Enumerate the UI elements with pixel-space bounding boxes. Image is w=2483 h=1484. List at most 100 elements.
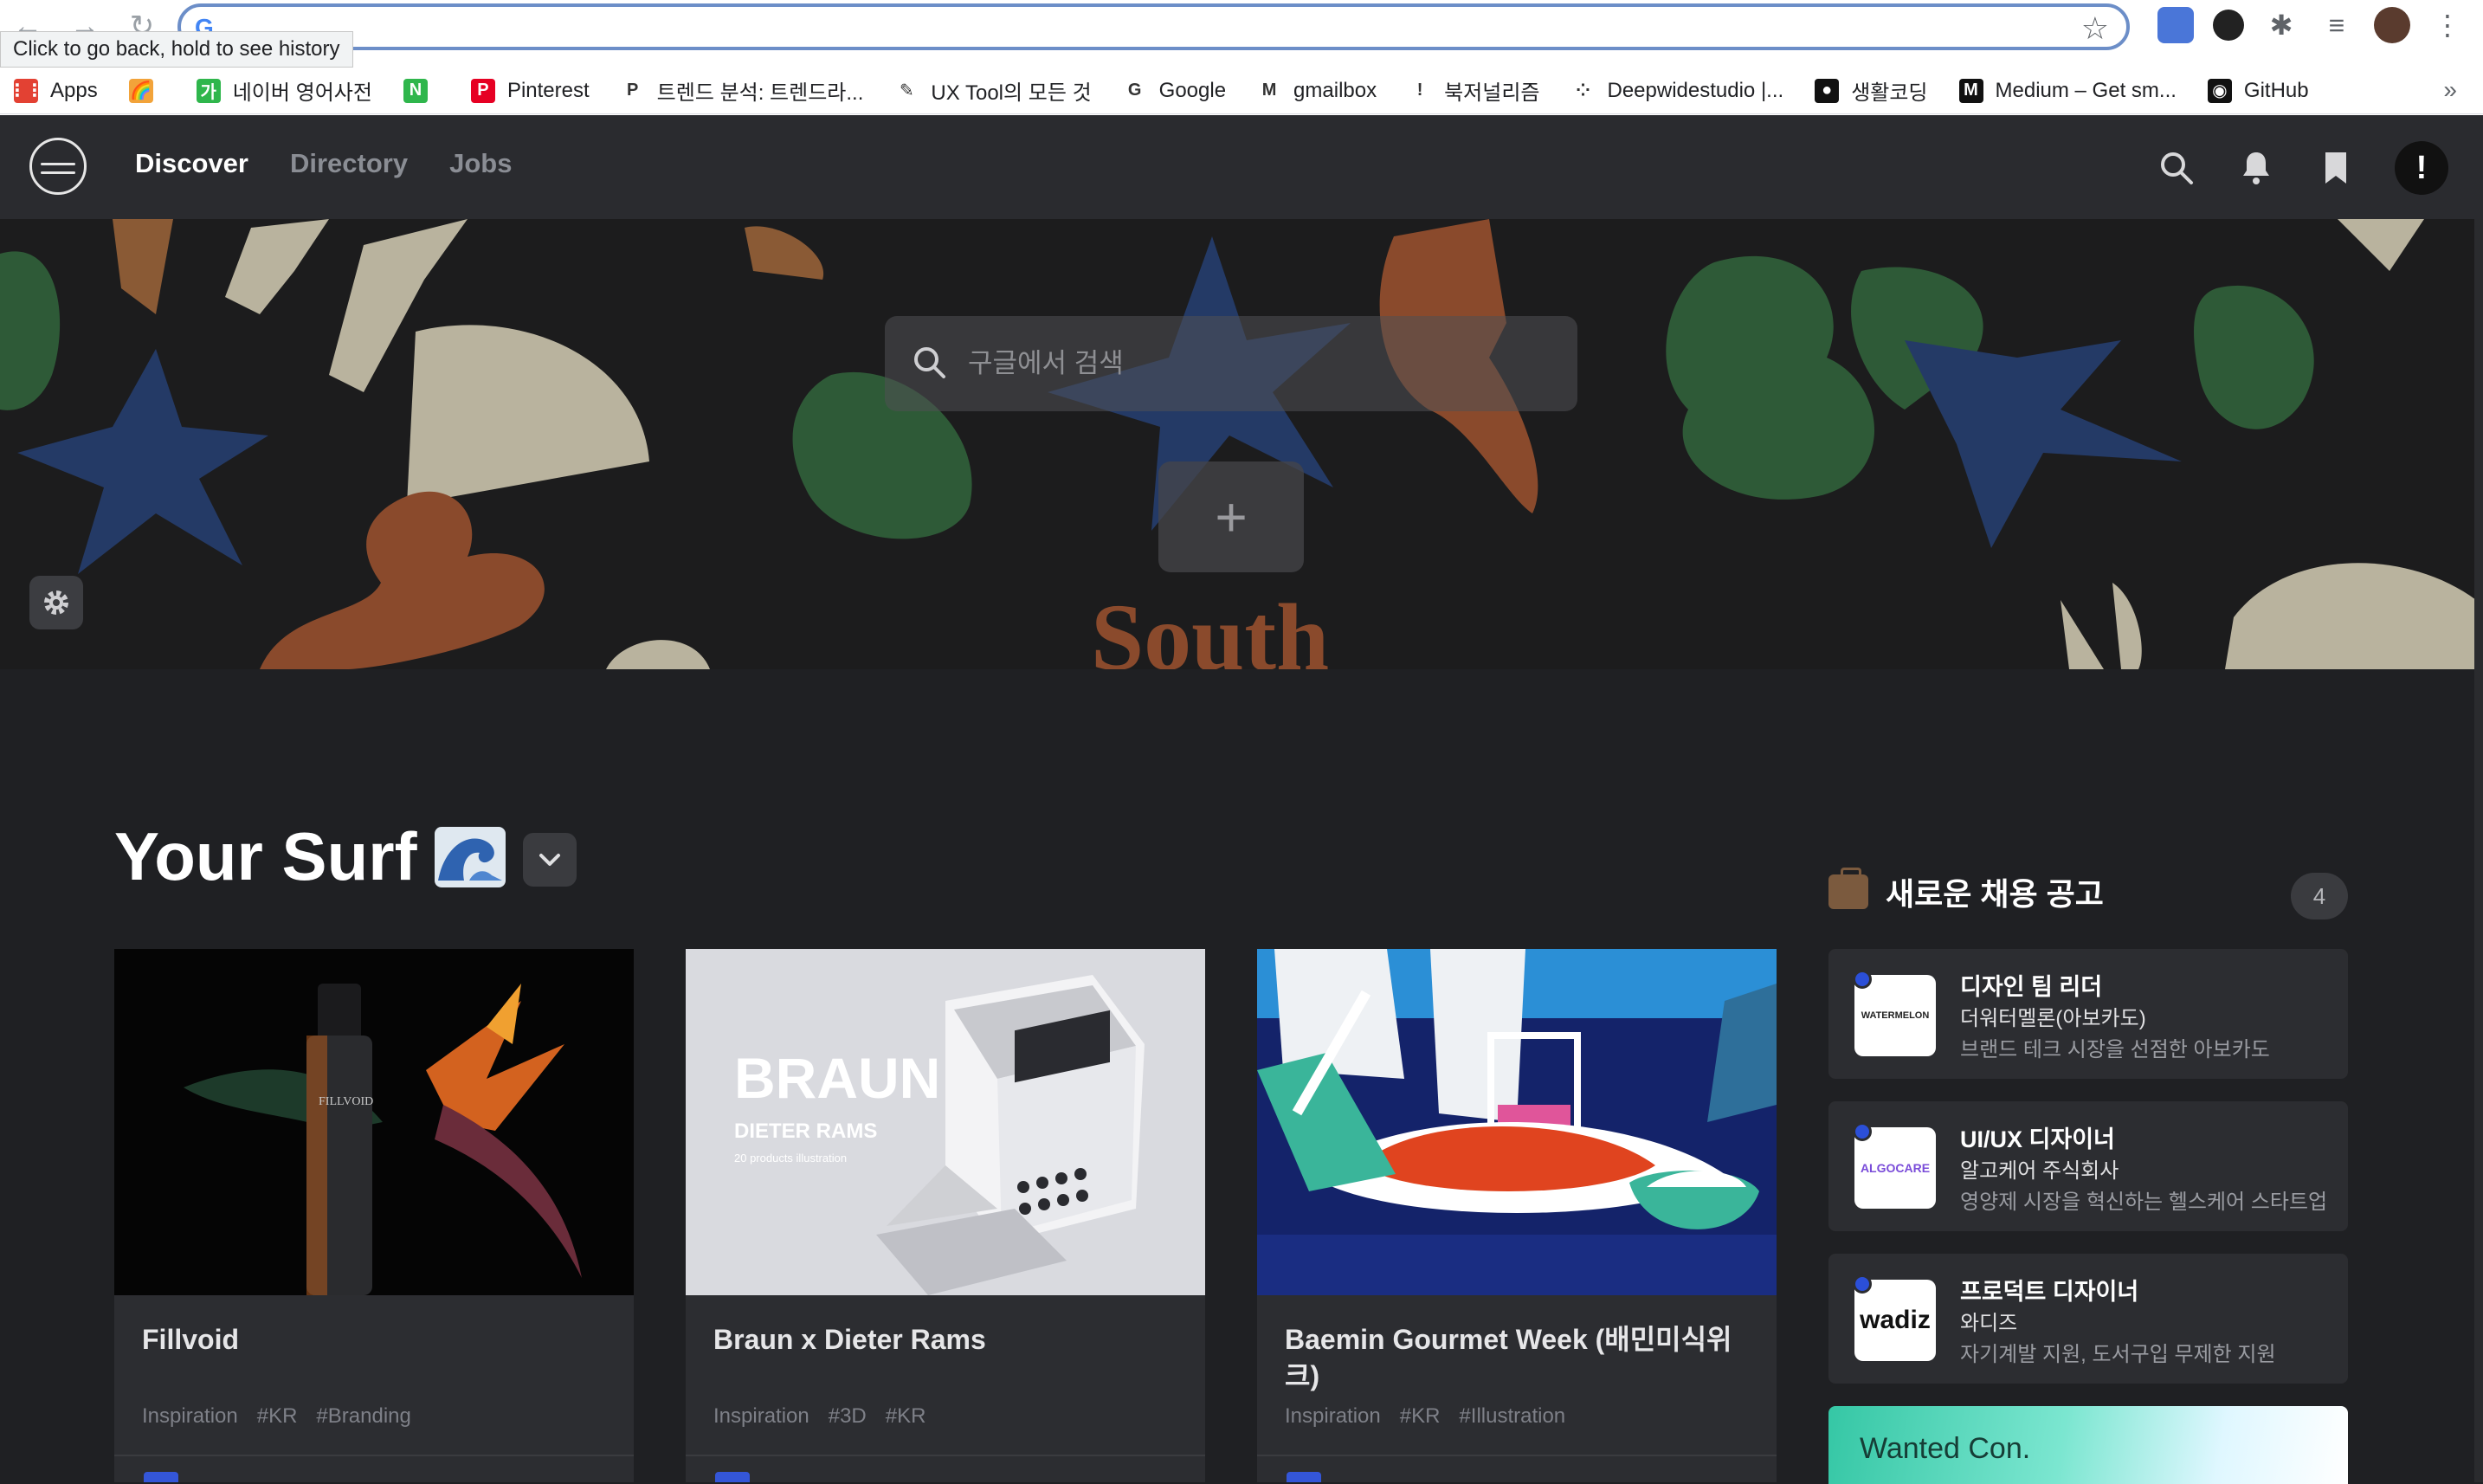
bookmarks-bar: ⋮⋮ Apps 🌈 가 네이버 영어사전 N P Pinterest P 트렌드 분석: 트렌드라… <box>0 68 2483 114</box>
bookmark-item[interactable]: 가 네이버 영어사전 <box>196 75 372 106</box>
google-search-box[interactable] <box>885 316 1577 411</box>
job-item[interactable]: WATERMELON 디자인 팀 리더 더워터멜론(아보카도) 브랜드 테크 시… <box>1828 949 2348 1079</box>
bookmark-favicon-icon: ◉ <box>2207 78 2232 103</box>
card-title[interactable]: Fillvoid <box>142 1321 609 1358</box>
card-divider <box>686 1455 1205 1456</box>
bookmark-item[interactable]: P Pinterest <box>470 78 590 103</box>
bookmark-item[interactable]: ⋮⋮ Apps <box>9 78 98 103</box>
feed-card-fillvoid[interactable]: FILLVOID Fillvoid Inspiration #KR #Brand… <box>114 949 634 1482</box>
card-tag[interactable]: Inspiration <box>142 1404 238 1429</box>
bookmark-label: 트렌드 분석: 트렌드라... <box>656 81 864 105</box>
card-tag[interactable]: Inspiration <box>713 1404 809 1429</box>
card-tag[interactable]: #KR <box>1400 1404 1441 1429</box>
address-bar[interactable]: G ☆ <box>177 3 2130 50</box>
card-tags: Inspiration #3D #KR <box>713 1404 925 1429</box>
bookmark-favicon-icon: ● <box>1815 78 1840 103</box>
feed-dropdown-button[interactable] <box>523 833 577 887</box>
bookmark-item[interactable]: ● 생활코딩 <box>1815 75 1928 106</box>
card-tag[interactable]: #Branding <box>316 1404 410 1429</box>
card-title[interactable]: Baemin Gourmet Week (배민미식위크) <box>1285 1321 1752 1394</box>
bookmark-item[interactable]: M Medium – Get sm... <box>1958 78 2177 103</box>
bookmark-label: Apps <box>50 78 98 102</box>
job-company: 더워터멜론(아보카도) <box>1960 1007 2146 1030</box>
card-thumbnail: BRAUN DIETER RAMS 20 products illustrati… <box>686 949 1205 1295</box>
bookmark-label: UX Tool의 모든 것 <box>931 81 1092 105</box>
extensions-puzzle-icon[interactable]: ✱ <box>2263 7 2299 43</box>
extension-surfit-icon[interactable] <box>2213 10 2244 41</box>
job-item[interactable]: wadiz 프로덕트 디자이너 와디즈 자기계발 지원, 도서구입 무제한 지원 <box>1828 1254 2348 1384</box>
bookmark-label: 생활코딩 <box>1851 81 1928 105</box>
user-avatar[interactable]: ! <box>2395 141 2448 195</box>
bookmark-item[interactable]: ✎ UX Tool의 모든 것 <box>894 75 1092 106</box>
settings-gear-icon[interactable] <box>29 576 83 629</box>
surfit-logo-icon[interactable] <box>29 138 87 195</box>
extension-screen-icon[interactable] <box>2157 7 2194 43</box>
card-tags: Inspiration #KR #Branding <box>142 1404 411 1429</box>
nav-jobs[interactable]: Jobs <box>449 148 512 179</box>
hero-illustration: South <box>0 219 2476 669</box>
bookmark-item[interactable]: ⁘ Deepwidestudio |... <box>1570 78 1784 103</box>
bookmark-label: Pinterest <box>506 78 590 102</box>
card-source-badge <box>144 1472 178 1482</box>
nav-directory[interactable]: Directory <box>290 148 408 179</box>
search-icon[interactable] <box>2156 147 2197 189</box>
search-icon <box>914 347 945 378</box>
new-indicator <box>1853 970 1872 989</box>
card-tag[interactable]: #Illustration <box>1459 1404 1565 1429</box>
reading-list-icon[interactable]: ≡ <box>2319 7 2355 43</box>
hero-banner: South + <box>0 219 2483 669</box>
bookmark-label: 북저널리즘 <box>1444 81 1540 105</box>
bookmark-label: Medium – Get sm... <box>1995 78 2177 102</box>
card-tags: Inspiration #KR #Illustration <box>1285 1404 1565 1429</box>
new-indicator <box>1853 1122 1872 1141</box>
card-source-badge <box>1287 1472 1321 1482</box>
google-search-input[interactable] <box>968 339 1539 389</box>
braun-thumb-small: 20 products illustration <box>734 1152 847 1165</box>
bookmark-icon[interactable] <box>2315 147 2357 189</box>
jobs-title[interactable]: 새로운 채용 공고 <box>1886 869 2104 914</box>
bookmark-item[interactable]: 🌈 <box>128 78 165 103</box>
job-role: UI/UX 디자이너 <box>1960 1126 2115 1152</box>
company-logo-text: WATERMELON <box>1861 1010 1930 1021</box>
browser-chrome: ← → ↻ G ☆ Click to go back, hold to see … <box>0 0 2483 115</box>
job-role: 프로덕트 디자이너 <box>1960 1279 2139 1305</box>
card-tag[interactable]: #KR <box>886 1404 926 1429</box>
job-item[interactable]: ALGOCARE UI/UX 디자이너 알고케어 주식회사 영양제 시장을 혁신… <box>1828 1101 2348 1231</box>
jobs-count-badge: 4 <box>2291 873 2348 919</box>
nav-discover[interactable]: Discover <box>135 148 248 179</box>
bookmark-favicon-icon: 🌈 <box>128 78 153 103</box>
add-shortcut-button[interactable]: + <box>1158 461 1304 572</box>
bookmark-item[interactable]: P 트렌드 분석: 트렌드라... <box>620 75 864 106</box>
profile-avatar[interactable] <box>2374 7 2410 43</box>
bookmark-item[interactable]: N <box>403 78 440 103</box>
card-tag[interactable]: Inspiration <box>1285 1404 1381 1429</box>
bookmark-item[interactable]: Mgmailbox <box>1257 78 1377 103</box>
wanted-con-banner[interactable]: Wanted Con. <box>1828 1406 2348 1484</box>
bookmark-favicon-icon: M <box>1257 78 1282 103</box>
wave-emoji-icon <box>434 826 506 887</box>
bookmark-item[interactable]: ◉ GitHub <box>2207 78 2309 103</box>
app-header: Discover Directory Jobs ! <box>0 115 2483 219</box>
bookmark-item[interactable]: ! 북저널리즘 <box>1408 75 1540 106</box>
bookmark-favicon-icon: G <box>1122 78 1147 103</box>
bookmark-star-icon[interactable]: ☆ <box>2081 10 2109 47</box>
page-scrollbar[interactable] <box>2474 219 2483 1482</box>
job-company: 와디즈 <box>1960 1312 2018 1335</box>
bell-icon[interactable] <box>2235 147 2277 189</box>
feed-title-text: Your Surf <box>114 818 417 894</box>
feed-card-baemin[interactable]: Baemin Gourmet Week (배민미식위크) Inspiration… <box>1257 949 1777 1482</box>
card-tag[interactable]: #3D <box>829 1404 867 1429</box>
card-title[interactable]: Braun x Dieter Rams <box>713 1321 1181 1358</box>
back-tooltip: Click to go back, hold to see history <box>0 31 353 68</box>
braun-thumb-label: BRAUN <box>734 1046 940 1110</box>
bookmark-label: Deepwidestudio |... <box>1607 78 1784 102</box>
feed-card-braun[interactable]: BRAUN DIETER RAMS 20 products illustrati… <box>686 949 1205 1482</box>
bookmark-item[interactable]: G Google <box>1122 78 1226 103</box>
card-tag[interactable]: #KR <box>257 1404 298 1429</box>
fillvoid-thumb-label: FILLVOID <box>319 1095 373 1108</box>
bookmark-favicon-icon: ⁘ <box>1570 78 1596 103</box>
card-divider <box>114 1455 634 1456</box>
browser-menu-icon[interactable]: ⋮ <box>2429 7 2466 43</box>
bookmark-favicon-icon: 가 <box>196 78 221 103</box>
bookmarks-overflow-icon[interactable]: » <box>2443 76 2457 104</box>
